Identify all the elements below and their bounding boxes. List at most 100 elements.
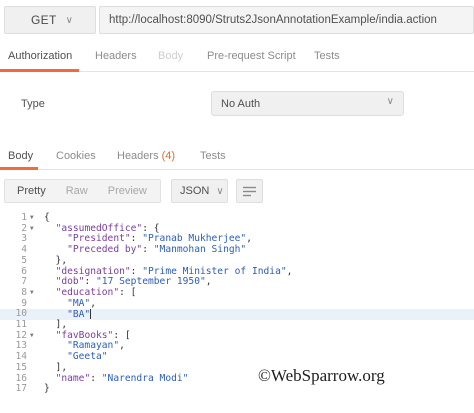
json-key: "President"	[67, 233, 131, 245]
json-punctuation	[44, 223, 56, 234]
method-select[interactable]: GET ∨	[4, 6, 96, 34]
tab-response-headers[interactable]: Headers (4)	[117, 150, 175, 162]
headers-count-badge: (4)	[161, 150, 176, 162]
json-punctuation: :	[90, 372, 102, 384]
code-line: 9 "MA",	[0, 297, 474, 310]
code-text: "Preceded by": "Manmohan Singh"	[44, 244, 247, 256]
json-key: "name"	[55, 372, 91, 384]
tab-body: Body	[158, 50, 184, 62]
raw-button[interactable]: Raw	[56, 185, 98, 197]
text-cursor	[90, 309, 92, 320]
json-punctuation	[44, 244, 67, 255]
fold-toggle-icon[interactable]: ▼	[30, 213, 34, 224]
format-select[interactable]: JSON ∨	[171, 179, 228, 203]
fold-toggle-icon[interactable]: ▼	[30, 288, 34, 299]
wrap-lines-button[interactable]	[236, 179, 263, 203]
json-punctuation: }	[44, 383, 50, 395]
json-punctuation: ,	[119, 340, 125, 352]
fold-toggle-icon[interactable]: ▼	[30, 224, 34, 235]
json-punctuation: :	[130, 265, 143, 277]
json-string: "Prime Minister of India"	[142, 265, 287, 277]
json-string: "Ramayan"	[67, 340, 120, 352]
json-string: "Geeta"	[67, 351, 108, 363]
json-key: "favBooks"	[55, 329, 114, 341]
code-line: 10 "BA"	[0, 309, 474, 320]
json-punctuation: ,	[205, 276, 212, 288]
chevron-down-icon: ∨	[386, 96, 394, 107]
auth-type-label: Type	[21, 98, 45, 110]
line-number: 5	[21, 254, 27, 266]
json-punctuation: ],	[44, 319, 68, 330]
preview-button[interactable]: Preview	[98, 185, 153, 197]
format-value: JSON	[180, 185, 210, 197]
json-key: "assumedOffice"	[55, 222, 143, 234]
code-line: 14 "Geeta"	[0, 351, 474, 363]
code-line: 4 "Preceded by": "Manmohan Singh"	[0, 244, 474, 256]
tab-authorization[interactable]: Authorization	[8, 50, 72, 62]
tab-cookies[interactable]: Cookies	[56, 150, 96, 162]
request-tabs: Authorization Headers Body Pre-request S…	[0, 44, 474, 72]
json-punctuation: :	[142, 244, 154, 256]
line-number: 15	[15, 361, 27, 373]
json-string: "MA"	[67, 297, 91, 309]
tab-headers[interactable]: Headers	[95, 50, 137, 62]
json-key: "Preceded by"	[67, 244, 143, 256]
json-punctuation	[44, 330, 56, 341]
line-number: 17	[15, 383, 27, 395]
json-punctuation: : {	[142, 222, 160, 234]
json-punctuation: ],	[44, 361, 68, 373]
json-key: "designation"	[55, 265, 131, 277]
json-punctuation	[44, 298, 67, 309]
json-string: "Manmohan Singh"	[153, 244, 247, 256]
tab-tests[interactable]: Tests	[314, 50, 340, 62]
json-punctuation: :	[130, 233, 143, 245]
line-number: 8	[21, 286, 27, 298]
chevron-down-icon: ∨	[216, 185, 224, 197]
json-string: "BA"	[67, 309, 91, 321]
json-punctuation	[44, 340, 67, 351]
code-line: 16 "name": "Narendra Modi"	[0, 372, 474, 385]
method-label: GET	[31, 13, 57, 27]
wrap-lines-icon	[243, 186, 256, 196]
response-tabs: Body Cookies Headers (4) Tests	[0, 146, 474, 170]
code-text: "MA",	[44, 297, 96, 310]
code-line: 17}	[0, 383, 474, 395]
url-input[interactable]: http://localhost:8090/Struts2JsonAnnotat…	[99, 6, 474, 34]
tab-response-body[interactable]: Body	[8, 150, 33, 162]
json-punctuation: : [	[119, 286, 137, 298]
pretty-button[interactable]: Pretty	[5, 185, 56, 197]
json-key: "dob"	[55, 276, 85, 288]
view-mode-toggle: Pretty Raw Preview	[4, 179, 161, 203]
json-punctuation: ,	[286, 265, 293, 277]
json-punctuation: },	[44, 254, 68, 266]
auth-type-select[interactable]: No Auth ∨	[211, 91, 404, 116]
json-punctuation	[44, 233, 67, 244]
json-punctuation	[44, 287, 56, 298]
chevron-down-icon: ∨	[65, 14, 74, 26]
json-punctuation	[44, 276, 56, 287]
fold-toggle-icon[interactable]: ▼	[30, 331, 34, 342]
auth-type-value: No Auth	[221, 97, 261, 110]
json-punctuation: ,	[246, 233, 252, 245]
json-string: "Pranab Mukherjee"	[142, 233, 247, 245]
json-punctuation: :	[84, 276, 97, 288]
code-text: }	[44, 383, 50, 395]
url-text: http://localhost:8090/Struts2JsonAnnotat…	[109, 14, 437, 26]
active-tab-indicator	[0, 69, 79, 72]
json-string: "17 September 1950"	[96, 276, 206, 288]
response-headers-label: Headers	[117, 150, 159, 162]
code-text: "name": "Narendra Modi"	[44, 372, 189, 385]
json-punctuation	[44, 266, 56, 277]
json-punctuation: {	[44, 212, 50, 223]
json-key: "education"	[55, 286, 120, 298]
json-punctuation: ,	[90, 297, 96, 309]
json-punctuation	[44, 351, 67, 362]
response-body-editor[interactable]: 1 ▼{2 ▼ "assumedOffice": {3 "President": "…	[0, 210, 474, 413]
json-string: "Narendra Modi"	[101, 372, 189, 384]
json-punctuation	[44, 373, 56, 384]
json-punctuation: : [	[113, 329, 131, 341]
tab-response-tests[interactable]: Tests	[200, 150, 226, 162]
watermark: ©WebSparrow.org	[258, 366, 385, 385]
active-tab-indicator	[0, 167, 38, 170]
tab-pre-request-script[interactable]: Pre-request Script	[207, 50, 296, 62]
